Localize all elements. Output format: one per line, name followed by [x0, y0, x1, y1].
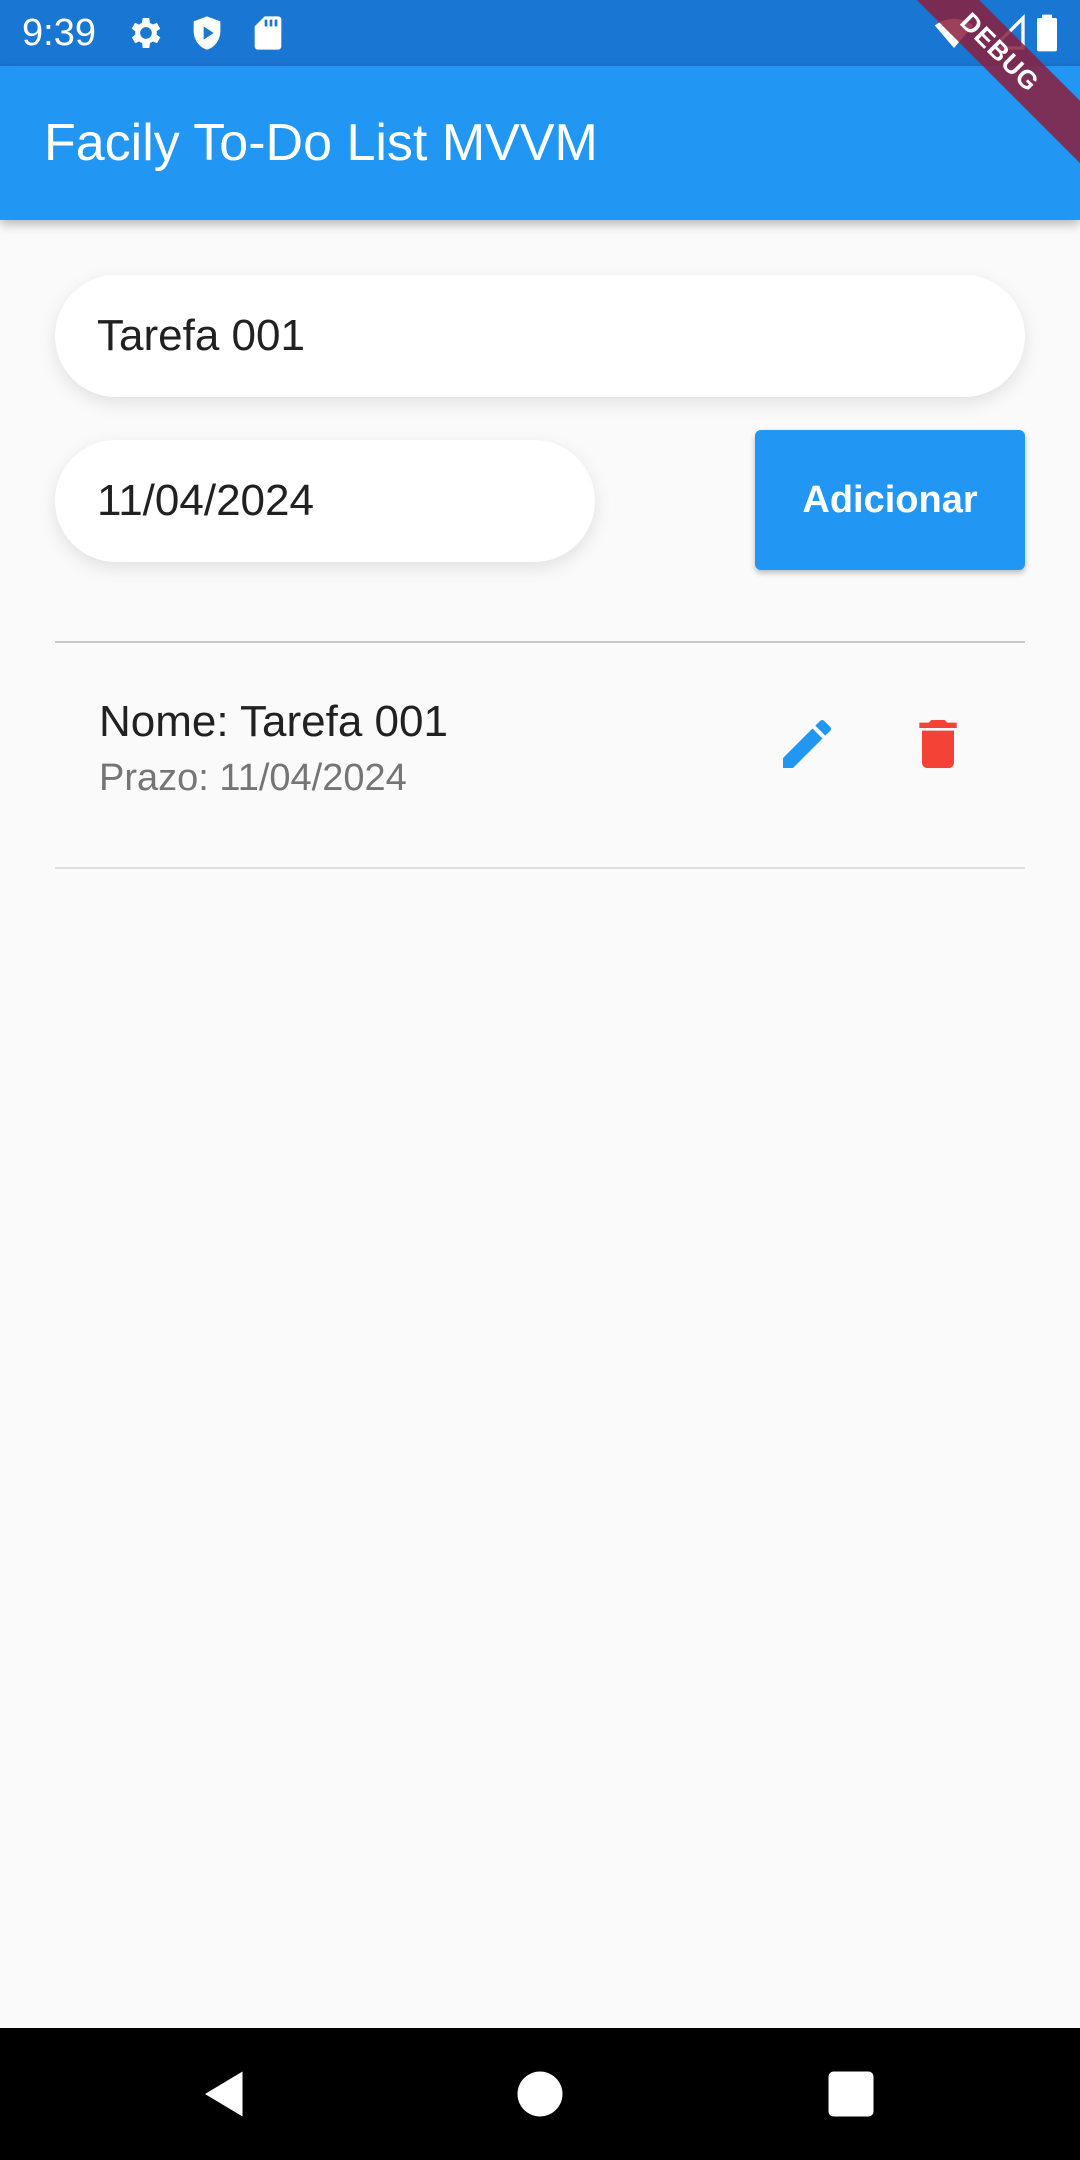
- list-divider-bottom: [55, 867, 1025, 869]
- task-name: Nome: Tarefa 001: [99, 697, 448, 746]
- task-list-item[interactable]: Nome: Tarefa 001 Prazo: 11/04/2024: [55, 643, 1025, 867]
- recents-icon[interactable]: [821, 2064, 881, 2124]
- app-screen: 9:39 DEBUG Facily To-Do List MVVM Adicio…: [0, 0, 1080, 2160]
- home-icon[interactable]: [510, 2064, 570, 2124]
- battery-icon: [1032, 13, 1062, 53]
- shield-play-icon: [187, 13, 227, 53]
- sd-card-icon: [248, 13, 288, 53]
- edit-task-button[interactable]: [775, 712, 839, 776]
- app-title: Facily To-Do List MVVM: [44, 114, 598, 172]
- gear-icon: [126, 13, 166, 53]
- system-nav-bar: [0, 2028, 1080, 2160]
- task-date-input[interactable]: [55, 440, 595, 562]
- task-name-input[interactable]: [55, 275, 1025, 397]
- app-bar: Facily To-Do List MVVM: [0, 66, 1080, 220]
- pencil-icon: [775, 712, 839, 776]
- add-task-button[interactable]: Adicionar: [755, 430, 1025, 570]
- status-bar: 9:39: [0, 0, 1080, 66]
- status-time: 9:39: [22, 12, 96, 54]
- back-icon[interactable]: [195, 2064, 255, 2124]
- task-deadline: Prazo: 11/04/2024: [99, 757, 407, 799]
- delete-task-button[interactable]: [906, 712, 970, 776]
- trash-icon: [906, 712, 970, 776]
